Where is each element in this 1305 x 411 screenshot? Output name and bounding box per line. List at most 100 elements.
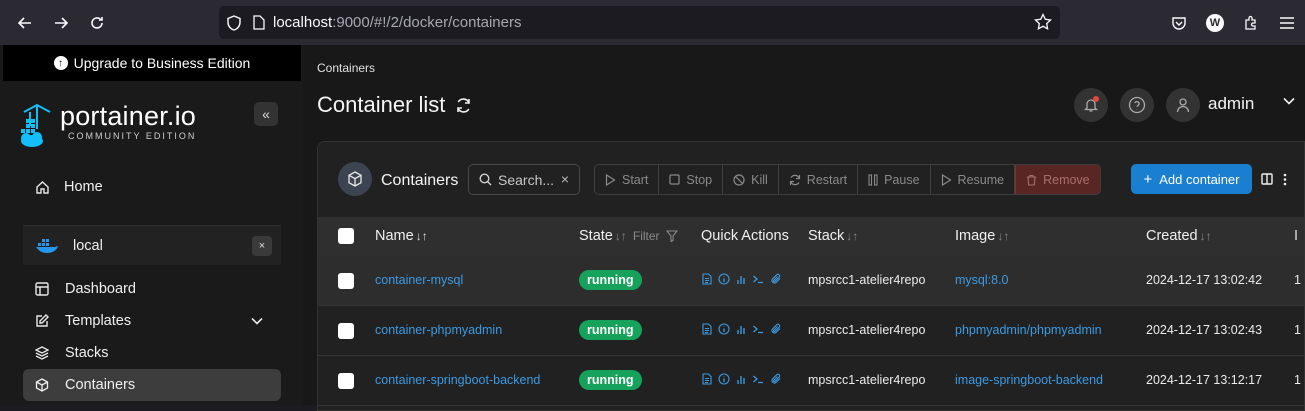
console-icon[interactable] bbox=[752, 373, 764, 385]
notification-dot bbox=[1093, 96, 1099, 102]
profile-avatar[interactable]: W bbox=[1197, 13, 1233, 32]
stats-icon[interactable] bbox=[736, 373, 746, 385]
menu-hamburger-icon[interactable] bbox=[1269, 16, 1305, 30]
container-name-link[interactable]: container-springboot-backend bbox=[375, 373, 540, 387]
image-link[interactable]: mysql:8.0 bbox=[955, 273, 1009, 287]
shield-icon[interactable] bbox=[227, 14, 241, 31]
sidebar-item-stacks[interactable]: Stacks bbox=[35, 345, 109, 361]
inspect-info-icon[interactable] bbox=[718, 373, 730, 385]
column-image[interactable]: Image ↓↑ bbox=[955, 228, 1009, 244]
environment-header[interactable]: local × bbox=[23, 225, 281, 265]
logo-wordmark: portainer.io bbox=[60, 101, 196, 131]
stack-name: mpsrcc1-atelier4repo bbox=[808, 373, 926, 387]
page-title-text: Container list bbox=[317, 92, 446, 117]
columns-icon[interactable] bbox=[1261, 173, 1273, 185]
clear-search-icon[interactable]: × bbox=[561, 171, 569, 187]
table-header: Name ↓↑ State ↓↑ Filter Quick Actions Stac… bbox=[318, 217, 1304, 256]
upgrade-banner[interactable]: ↑ Upgrade to Business Edition bbox=[3, 45, 301, 81]
row-checkbox[interactable] bbox=[338, 373, 354, 389]
back-arrow-icon[interactable] bbox=[7, 5, 43, 41]
logs-icon[interactable] bbox=[702, 323, 712, 335]
add-container-button[interactable]: + Add container bbox=[1131, 164, 1252, 194]
column-stack[interactable]: Stack ↓↑ bbox=[808, 228, 858, 244]
add-container-label: Add container bbox=[1159, 171, 1240, 187]
stats-icon[interactable] bbox=[736, 273, 746, 285]
select-all-checkbox[interactable] bbox=[338, 228, 354, 244]
remove-button[interactable]: Remove bbox=[1015, 165, 1100, 194]
sidebar-item-label: Home bbox=[64, 179, 103, 195]
quick-actions bbox=[702, 373, 782, 385]
portainer-logo[interactable]: portainer.io COMMUNITY EDITION bbox=[20, 102, 196, 150]
column-name[interactable]: Name ↓↑ bbox=[375, 228, 428, 244]
container-name-link[interactable]: container-mysql bbox=[375, 273, 463, 287]
logs-icon[interactable] bbox=[702, 273, 712, 285]
restart-button[interactable]: Restart bbox=[779, 165, 859, 194]
upgrade-label: Upgrade to Business Edition bbox=[73, 55, 251, 71]
pocket-icon[interactable] bbox=[1161, 15, 1197, 31]
stats-icon[interactable] bbox=[736, 323, 746, 335]
sort-icon: ↓↑ bbox=[1199, 229, 1212, 243]
breadcrumb[interactable]: Containers bbox=[317, 61, 375, 75]
sidebar-item-dashboard[interactable]: Dashboard bbox=[35, 281, 136, 297]
address-bar[interactable]: localhost:9000/#!/2/docker/containers bbox=[219, 6, 1060, 39]
console-icon[interactable] bbox=[752, 273, 764, 285]
column-created[interactable]: Created ↓↑ bbox=[1146, 228, 1212, 244]
image-link[interactable]: image-springboot-backend bbox=[955, 373, 1103, 387]
home-icon bbox=[34, 180, 50, 195]
column-state[interactable]: State ↓↑ Filter bbox=[579, 228, 678, 244]
logs-icon[interactable] bbox=[702, 373, 712, 385]
page-title: Container list bbox=[317, 92, 472, 118]
overflow-cell: 1 bbox=[1294, 323, 1301, 337]
table-row[interactable]: container-springboot-backend running mps… bbox=[318, 356, 1304, 406]
status-badge: running bbox=[579, 320, 642, 340]
table-row[interactable]: container-phpmyadmin running mpsrcc1-ate… bbox=[318, 306, 1304, 356]
pause-button[interactable]: Pause bbox=[858, 165, 931, 194]
resume-label: Resume bbox=[957, 172, 1005, 187]
row-checkbox[interactable] bbox=[338, 323, 354, 339]
environment-name: local bbox=[73, 237, 103, 254]
page-info-icon[interactable] bbox=[253, 15, 265, 30]
extensions-icon[interactable] bbox=[1233, 15, 1269, 31]
forward-arrow-icon[interactable] bbox=[43, 5, 79, 41]
inspect-info-icon[interactable] bbox=[718, 323, 730, 335]
close-environment-button[interactable]: × bbox=[252, 236, 272, 256]
reload-icon[interactable] bbox=[79, 5, 115, 41]
sidebar: ↑ Upgrade to Business Edition portainer.… bbox=[0, 45, 302, 405]
docker-icon bbox=[35, 238, 59, 254]
refresh-icon[interactable] bbox=[455, 97, 472, 114]
attach-paperclip-icon[interactable] bbox=[770, 373, 782, 385]
stop-label: Stop bbox=[686, 172, 713, 187]
image-link[interactable]: phpmyadmin/phpmyadmin bbox=[955, 323, 1102, 337]
column-created-label: Created bbox=[1146, 228, 1198, 244]
kill-button[interactable]: Kill bbox=[723, 165, 779, 194]
pause-icon bbox=[868, 173, 878, 186]
browser-toolbar: localhost:9000/#!/2/docker/containers W bbox=[0, 0, 1305, 45]
console-icon[interactable] bbox=[752, 323, 764, 335]
state-filter[interactable]: Filter bbox=[633, 229, 678, 243]
sidebar-item-containers[interactable]: Containers bbox=[35, 377, 135, 393]
sidebar-item-home[interactable]: Home bbox=[34, 179, 103, 195]
chevron-down-icon[interactable] bbox=[1283, 97, 1295, 105]
start-button[interactable]: Start bbox=[595, 165, 660, 194]
column-stack-label: Stack bbox=[808, 228, 845, 244]
collapse-sidebar-button[interactable]: « bbox=[254, 102, 278, 126]
row-checkbox[interactable] bbox=[338, 273, 354, 289]
table-row[interactable]: container-mysql running mpsrcc1-atelier4… bbox=[318, 256, 1304, 306]
user-avatar[interactable] bbox=[1166, 88, 1200, 122]
resume-button[interactable]: Resume bbox=[931, 165, 1016, 194]
chevron-down-icon[interactable] bbox=[251, 317, 263, 325]
attach-paperclip-icon[interactable] bbox=[770, 323, 782, 335]
inspect-info-icon[interactable] bbox=[718, 273, 730, 285]
container-name-link[interactable]: container-phpmyadmin bbox=[375, 323, 502, 337]
notifications-button[interactable] bbox=[1074, 88, 1108, 122]
help-button[interactable] bbox=[1120, 88, 1154, 122]
sidebar-item-templates[interactable]: Templates bbox=[35, 313, 131, 329]
attach-paperclip-icon[interactable] bbox=[770, 273, 782, 285]
bookmark-star-icon[interactable] bbox=[1034, 13, 1052, 31]
stop-button[interactable]: Stop bbox=[659, 165, 724, 194]
column-quick-actions: Quick Actions bbox=[701, 228, 789, 244]
user-name[interactable]: admin bbox=[1208, 94, 1254, 114]
more-options-icon[interactable] bbox=[1283, 173, 1287, 186]
search-icon bbox=[479, 173, 492, 186]
search-input[interactable]: Search... × bbox=[468, 164, 580, 195]
